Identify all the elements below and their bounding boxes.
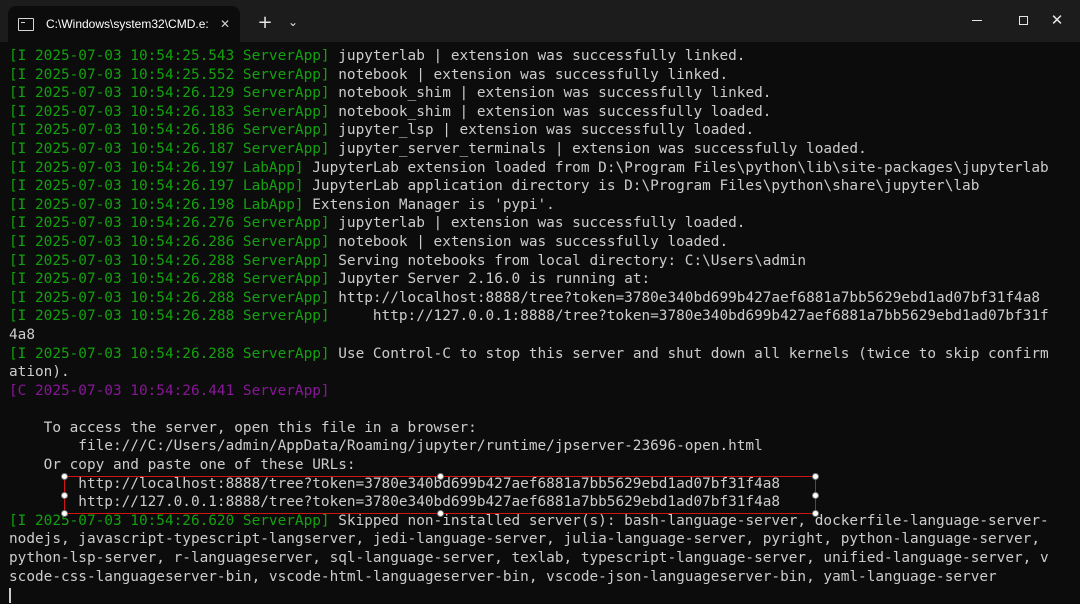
log-message: To access the server, open this file in … <box>9 419 477 436</box>
log-message: Extension Manager is 'pypi'. <box>303 196 555 213</box>
log-message: Or copy and paste one of these URLs: <box>9 457 356 474</box>
terminal-line: ation). <box>9 363 1077 382</box>
log-message: Jupyter Server 2.16.0 is running at: <box>329 271 651 288</box>
log-prefix: [I 2025-07-03 10:54:26.288 ServerApp] <box>9 308 330 325</box>
minimize-icon <box>972 19 982 21</box>
terminal-line: [I 2025-07-03 10:54:26.288 ServerApp] Se… <box>9 252 1077 271</box>
log-message: file:///C:/Users/admin/AppData/Roaming/j… <box>9 438 763 455</box>
terminal-output[interactable]: [I 2025-07-03 10:54:25.543 ServerApp] ju… <box>9 47 1077 604</box>
log-prefix: [I 2025-07-03 10:54:26.197 LabApp] <box>9 159 304 176</box>
log-message: notebook | extension was successfully li… <box>329 66 729 83</box>
log-prefix: [I 2025-07-03 10:54:26.198 LabApp] <box>9 196 304 213</box>
new-tab-button[interactable]: + <box>252 8 278 36</box>
terminal-window: C:\Windows\system32\CMD.e: ✕ + ⌄ ✕ [I 20… <box>0 0 1080 604</box>
terminal-line: [C 2025-07-03 10:54:26.441 ServerApp] <box>9 382 1077 401</box>
log-prefix: [I 2025-07-03 10:54:26.288 ServerApp] <box>9 345 330 362</box>
log-message: Use Control-C to stop this server and sh… <box>329 345 1049 362</box>
terminal-line: [I 2025-07-03 10:54:26.198 LabApp] Exten… <box>9 196 1077 215</box>
terminal-line: [I 2025-07-03 10:54:26.288 ServerApp] ht… <box>9 307 1077 326</box>
tab-dropdown-button[interactable]: ⌄ <box>282 8 304 36</box>
log-message: scode-css-languageserver-bin, vscode-htm… <box>9 568 997 585</box>
resize-handle <box>437 510 444 517</box>
terminal-line: [I 2025-07-03 10:54:26.197 LabApp] Jupyt… <box>9 177 1077 196</box>
log-message: python-lsp-server, r-languageserver, sql… <box>9 550 1049 567</box>
terminal-line: [I 2025-07-03 10:54:25.543 ServerApp] ju… <box>9 47 1077 66</box>
title-bar: C:\Windows\system32\CMD.e: ✕ + ⌄ ✕ <box>0 0 1080 42</box>
maximize-icon <box>1018 15 1028 25</box>
terminal-line: [I 2025-07-03 10:54:26.288 ServerApp] Us… <box>9 345 1077 364</box>
terminal-line: [I 2025-07-03 10:54:25.552 ServerApp] no… <box>9 66 1077 85</box>
terminal-line: Or copy and paste one of these URLs: <box>9 456 1077 475</box>
terminal-line: [I 2025-07-03 10:54:26.288 ServerApp] ht… <box>9 289 1077 308</box>
resize-handle <box>812 510 819 517</box>
minimize-button[interactable] <box>954 0 1000 40</box>
terminal-line: [I 2025-07-03 10:54:26.197 LabApp] Jupyt… <box>9 159 1077 178</box>
plus-icon: + <box>257 11 273 33</box>
log-message: JupyterLab application directory is D:\P… <box>303 178 980 195</box>
close-window-button[interactable]: ✕ <box>1034 0 1080 40</box>
log-message: jupyter_server_terminals | extension was… <box>329 140 867 157</box>
log-prefix: [I 2025-07-03 10:54:26.288 ServerApp] <box>9 252 330 269</box>
terminal-line: [I 2025-07-03 10:54:26.186 ServerApp] ju… <box>9 121 1077 140</box>
log-message: jupyterlab | extension was successfully … <box>329 48 746 64</box>
log-prefix: [I 2025-07-03 10:54:25.543 ServerApp] <box>9 48 330 64</box>
log-message: jupyterlab | extension was successfully … <box>329 215 746 232</box>
log-prefix: [I 2025-07-03 10:54:26.276 ServerApp] <box>9 215 330 232</box>
log-message: notebook | extension was successfully lo… <box>329 233 729 250</box>
url-highlight-annotation <box>61 473 819 517</box>
terminal-line: [I 2025-07-03 10:54:26.286 ServerApp] no… <box>9 233 1077 252</box>
resize-handle <box>61 473 68 480</box>
terminal-line: To access the server, open this file in … <box>9 419 1077 438</box>
log-message: http://127.0.0.1:8888/tree?token=3780e34… <box>329 308 1049 325</box>
log-message: 4a8 <box>9 326 35 343</box>
close-icon: ✕ <box>1050 11 1064 29</box>
terminal-line: [I 2025-07-03 10:54:26.187 ServerApp] ju… <box>9 140 1077 159</box>
resize-handle <box>812 492 819 499</box>
log-prefix: [C 2025-07-03 10:54:26.441 ServerApp] <box>9 382 330 399</box>
resize-handle <box>61 492 68 499</box>
chevron-down-icon: ⌄ <box>287 15 299 29</box>
log-prefix: [I 2025-07-03 10:54:26.288 ServerApp] <box>9 289 330 306</box>
terminal-line: [I 2025-07-03 10:54:26.620 ServerApp] Sk… <box>9 512 1077 531</box>
terminal-line: [I 2025-07-03 10:54:26.183 ServerApp] no… <box>9 103 1077 122</box>
log-message: notebook_shim | extension was successful… <box>329 103 772 120</box>
terminal-line: file:///C:/Users/admin/AppData/Roaming/j… <box>9 437 1077 456</box>
terminal-line: scode-css-languageserver-bin, vscode-htm… <box>9 568 1077 587</box>
terminal-line: 4a8 <box>9 326 1077 345</box>
resize-handle <box>812 473 819 480</box>
log-prefix: [I 2025-07-03 10:54:25.552 ServerApp] <box>9 66 330 83</box>
tab-cmd[interactable]: C:\Windows\system32\CMD.e: ✕ <box>8 6 240 42</box>
tab-close-icon[interactable]: ✕ <box>220 17 230 31</box>
log-prefix: [I 2025-07-03 10:54:26.187 ServerApp] <box>9 140 330 157</box>
log-message: jupyter_lsp | extension was successfully… <box>329 122 755 139</box>
log-message: nodejs, javascript-typescript-langserver… <box>9 531 1041 548</box>
log-prefix: [I 2025-07-03 10:54:26.288 ServerApp] <box>9 271 330 288</box>
log-message: JupyterLab extension loaded from D:\Prog… <box>303 159 1049 176</box>
log-message: Serving notebooks from local directory: … <box>329 252 807 269</box>
terminal-line: nodejs, javascript-typescript-langserver… <box>9 530 1077 549</box>
log-prefix: [I 2025-07-03 10:54:26.197 LabApp] <box>9 178 304 195</box>
log-prefix: [I 2025-07-03 10:54:26.286 ServerApp] <box>9 233 330 250</box>
log-message: notebook_shim | extension was successful… <box>329 85 772 102</box>
terminal-line: [I 2025-07-03 10:54:26.276 ServerApp] ju… <box>9 214 1077 233</box>
log-prefix: [I 2025-07-03 10:54:26.186 ServerApp] <box>9 122 330 139</box>
log-message: ation). <box>9 364 70 381</box>
terminal-line: [I 2025-07-03 10:54:26.288 ServerApp] Ju… <box>9 270 1077 289</box>
log-message: http://localhost:8888/tree?token=3780e34… <box>329 289 1041 306</box>
console-icon <box>18 17 34 31</box>
log-prefix: [I 2025-07-03 10:54:26.129 ServerApp] <box>9 85 330 102</box>
log-prefix: [I 2025-07-03 10:54:26.620 ServerApp] <box>9 512 330 529</box>
resize-handle <box>61 510 68 517</box>
tab-title: C:\Windows\system32\CMD.e: <box>46 17 209 31</box>
log-prefix: [I 2025-07-03 10:54:26.183 ServerApp] <box>9 103 330 120</box>
terminal-line: python-lsp-server, r-languageserver, sql… <box>9 549 1077 568</box>
terminal-line: [I 2025-07-03 10:54:26.129 ServerApp] no… <box>9 84 1077 103</box>
resize-handle <box>437 473 444 480</box>
text-cursor <box>9 588 11 603</box>
